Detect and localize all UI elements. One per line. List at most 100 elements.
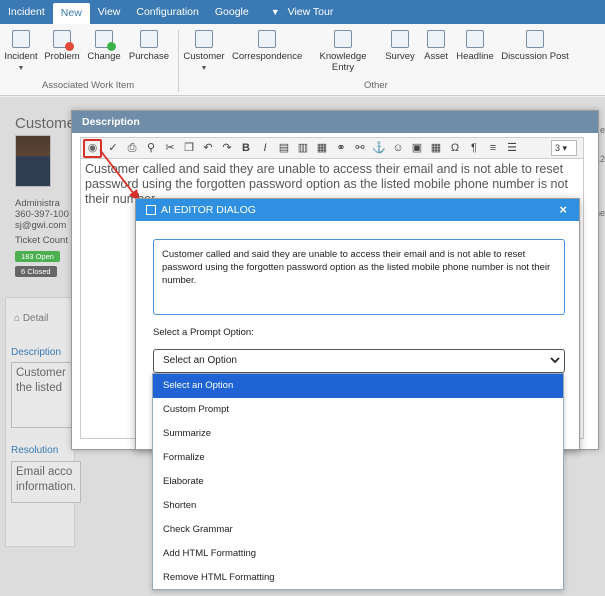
- ai-input-textarea[interactable]: Customer called and said they are unable…: [153, 239, 565, 315]
- ribbon-discussion-post-button[interactable]: Discussion Post: [500, 30, 570, 62]
- right-edge-text: e: [599, 125, 605, 135]
- paste-word-icon[interactable]: ▦: [314, 140, 330, 156]
- ribbon-asset-button[interactable]: Asset: [422, 30, 450, 62]
- option-elaborate[interactable]: Elaborate: [153, 470, 563, 494]
- tab-google[interactable]: Google: [207, 0, 257, 24]
- image-icon[interactable]: ▣: [409, 140, 425, 156]
- paste-text-icon[interactable]: ▥: [295, 140, 311, 156]
- tab-view-tour[interactable]: View Tour: [280, 0, 342, 24]
- knowledge-entry-icon: [334, 30, 352, 48]
- chevron-down-icon[interactable]: ▼: [271, 7, 280, 17]
- font-size-select[interactable]: 3 ▾: [551, 140, 577, 156]
- top-nav: Incident New View Configuration Google ▼…: [0, 0, 605, 24]
- open-badge[interactable]: 183 Open: [15, 251, 60, 262]
- option-formalize[interactable]: Formalize: [153, 446, 563, 470]
- chevron-down-icon: [550, 357, 560, 364]
- prompt-option-label: Select a Prompt Option:: [153, 327, 254, 338]
- tab-new[interactable]: New: [52, 3, 90, 24]
- tab-incident[interactable]: Incident: [0, 0, 53, 24]
- contact-email[interactable]: sj@gwi.com: [15, 220, 66, 231]
- correspondence-icon: [258, 30, 276, 48]
- home-icon: ⌂: [14, 313, 21, 324]
- headline-icon: [466, 30, 484, 48]
- option-select-an-option[interactable]: Select an Option: [153, 374, 563, 398]
- ribbon-purchase-button[interactable]: Purchase: [127, 30, 171, 62]
- select-value: Select an Option: [163, 355, 237, 366]
- special-char-icon[interactable]: Ω: [447, 140, 463, 156]
- chevron-down-icon: ▼: [17, 65, 25, 72]
- ribbon-change-button[interactable]: Change: [86, 30, 122, 62]
- ribbon-problem-button[interactable]: Problem: [44, 30, 80, 62]
- resolution-field[interactable]: Email acco information.: [11, 461, 81, 503]
- unlink-icon[interactable]: ⚯: [352, 140, 368, 156]
- ribbon: Incident ▼ Problem Change Purchase Associ…: [0, 24, 605, 96]
- option-custom-prompt[interactable]: Custom Prompt: [153, 398, 563, 422]
- ribbon-label: Customer: [183, 51, 225, 62]
- contact-phone: 360-397-100: [15, 209, 69, 220]
- bold-icon[interactable]: B: [238, 140, 254, 156]
- ribbon-label: Asset: [424, 51, 448, 62]
- ribbon-knowledge-entry-button[interactable]: Knowledge Entry: [308, 30, 378, 73]
- ribbon-label: Discussion Post: [501, 51, 569, 62]
- ribbon-survey-button[interactable]: Survey: [384, 30, 416, 62]
- italic-icon[interactable]: I: [257, 140, 273, 156]
- option-shorten[interactable]: Shorten: [153, 494, 563, 518]
- link-icon[interactable]: ⚭: [333, 140, 349, 156]
- customer-icon: [195, 30, 213, 48]
- ribbon-headline-button[interactable]: Headline: [456, 30, 494, 62]
- paste-icon[interactable]: ▤: [276, 140, 292, 156]
- option-summarize[interactable]: Summarize: [153, 422, 563, 446]
- survey-icon: [391, 30, 409, 48]
- divider: [178, 30, 179, 92]
- undo-icon[interactable]: ↶: [200, 140, 216, 156]
- redo-icon[interactable]: ↷: [219, 140, 235, 156]
- ribbon-incident-button[interactable]: Incident ▼: [4, 30, 38, 73]
- paragraph-icon[interactable]: ¶: [466, 140, 482, 156]
- ribbon-label: Headline: [456, 51, 494, 62]
- option-check-grammar[interactable]: Check Grammar: [153, 518, 563, 542]
- incident-icon: [12, 30, 30, 48]
- closed-badge[interactable]: 6 Closed: [15, 266, 57, 277]
- change-icon: [95, 30, 116, 51]
- ribbon-label: Knowledge Entry: [319, 51, 367, 73]
- numbered-list-icon[interactable]: ≡: [485, 140, 501, 156]
- ticket-count-label: Ticket Count: [15, 235, 68, 246]
- cut-icon[interactable]: ✂: [162, 140, 178, 156]
- close-icon[interactable]: ×: [559, 199, 567, 221]
- editor-toolbar: ◉ ✓ ⎙ ⚲ ✂ ❐ ↶ ↷ B I ▤ ▥ ▦ ⚭ ⚯ ⚓ ☺ ▣ ▦ Ω …: [80, 137, 584, 159]
- tab-configuration[interactable]: Configuration: [128, 0, 206, 24]
- ribbon-label: Problem: [44, 51, 80, 62]
- contact-title: Administra: [15, 198, 60, 209]
- bulleted-list-icon[interactable]: ☰: [504, 140, 520, 156]
- emoji-icon[interactable]: ☺: [390, 140, 406, 156]
- chevron-down-icon: ▼: [200, 65, 208, 72]
- page-title: Custome: [15, 115, 76, 132]
- ribbon-label: Change: [87, 51, 121, 62]
- avatar: [15, 135, 51, 187]
- group-label-other: Other: [364, 80, 388, 91]
- group-label-associated: Associated Work Item: [42, 80, 135, 91]
- ribbon-label: Survey: [385, 51, 415, 62]
- description-line: the listed: [16, 382, 63, 394]
- ribbon-label: Incident: [4, 51, 38, 62]
- option-remove-html-formatting[interactable]: Remove HTML Formatting: [153, 566, 563, 590]
- option-add-html-formatting[interactable]: Add HTML Formatting: [153, 542, 563, 566]
- resolution-line: Email acco: [16, 466, 73, 478]
- prompt-option-select[interactable]: Select an Option: [153, 349, 565, 373]
- ribbon-customer-button[interactable]: Customer ▼: [182, 30, 226, 73]
- tab-view[interactable]: View: [90, 0, 129, 24]
- description-line: Customer: [16, 367, 66, 379]
- ribbon-label: Correspondence: [232, 51, 303, 62]
- resolution-line: information.: [16, 481, 77, 493]
- anchor-icon[interactable]: ⚓: [371, 140, 387, 156]
- prompt-option-dropdown: Select an Option Custom Prompt Summarize…: [152, 373, 564, 590]
- resolution-label: Resolution: [11, 445, 59, 456]
- problem-icon: [53, 30, 74, 51]
- tab-detail[interactable]: ⌂ Detail: [14, 313, 48, 324]
- ribbon-correspondence-button[interactable]: Correspondence: [232, 30, 302, 62]
- discussion-post-icon: [526, 30, 544, 48]
- copy-icon[interactable]: ❐: [181, 140, 197, 156]
- ribbon-label: Purchase: [128, 51, 170, 62]
- description-modal-title: Description: [72, 111, 598, 133]
- table-icon[interactable]: ▦: [428, 140, 444, 156]
